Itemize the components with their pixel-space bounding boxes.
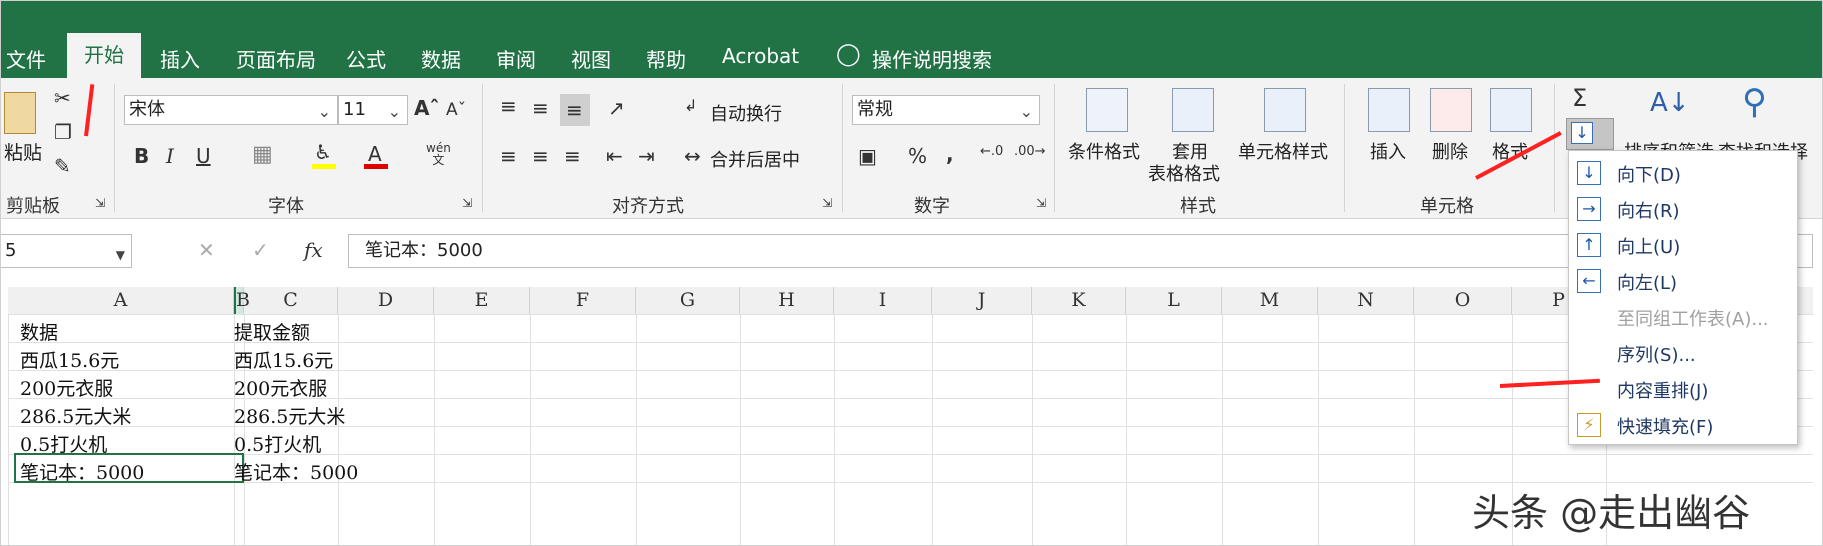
window-frame — [0, 0, 1823, 546]
